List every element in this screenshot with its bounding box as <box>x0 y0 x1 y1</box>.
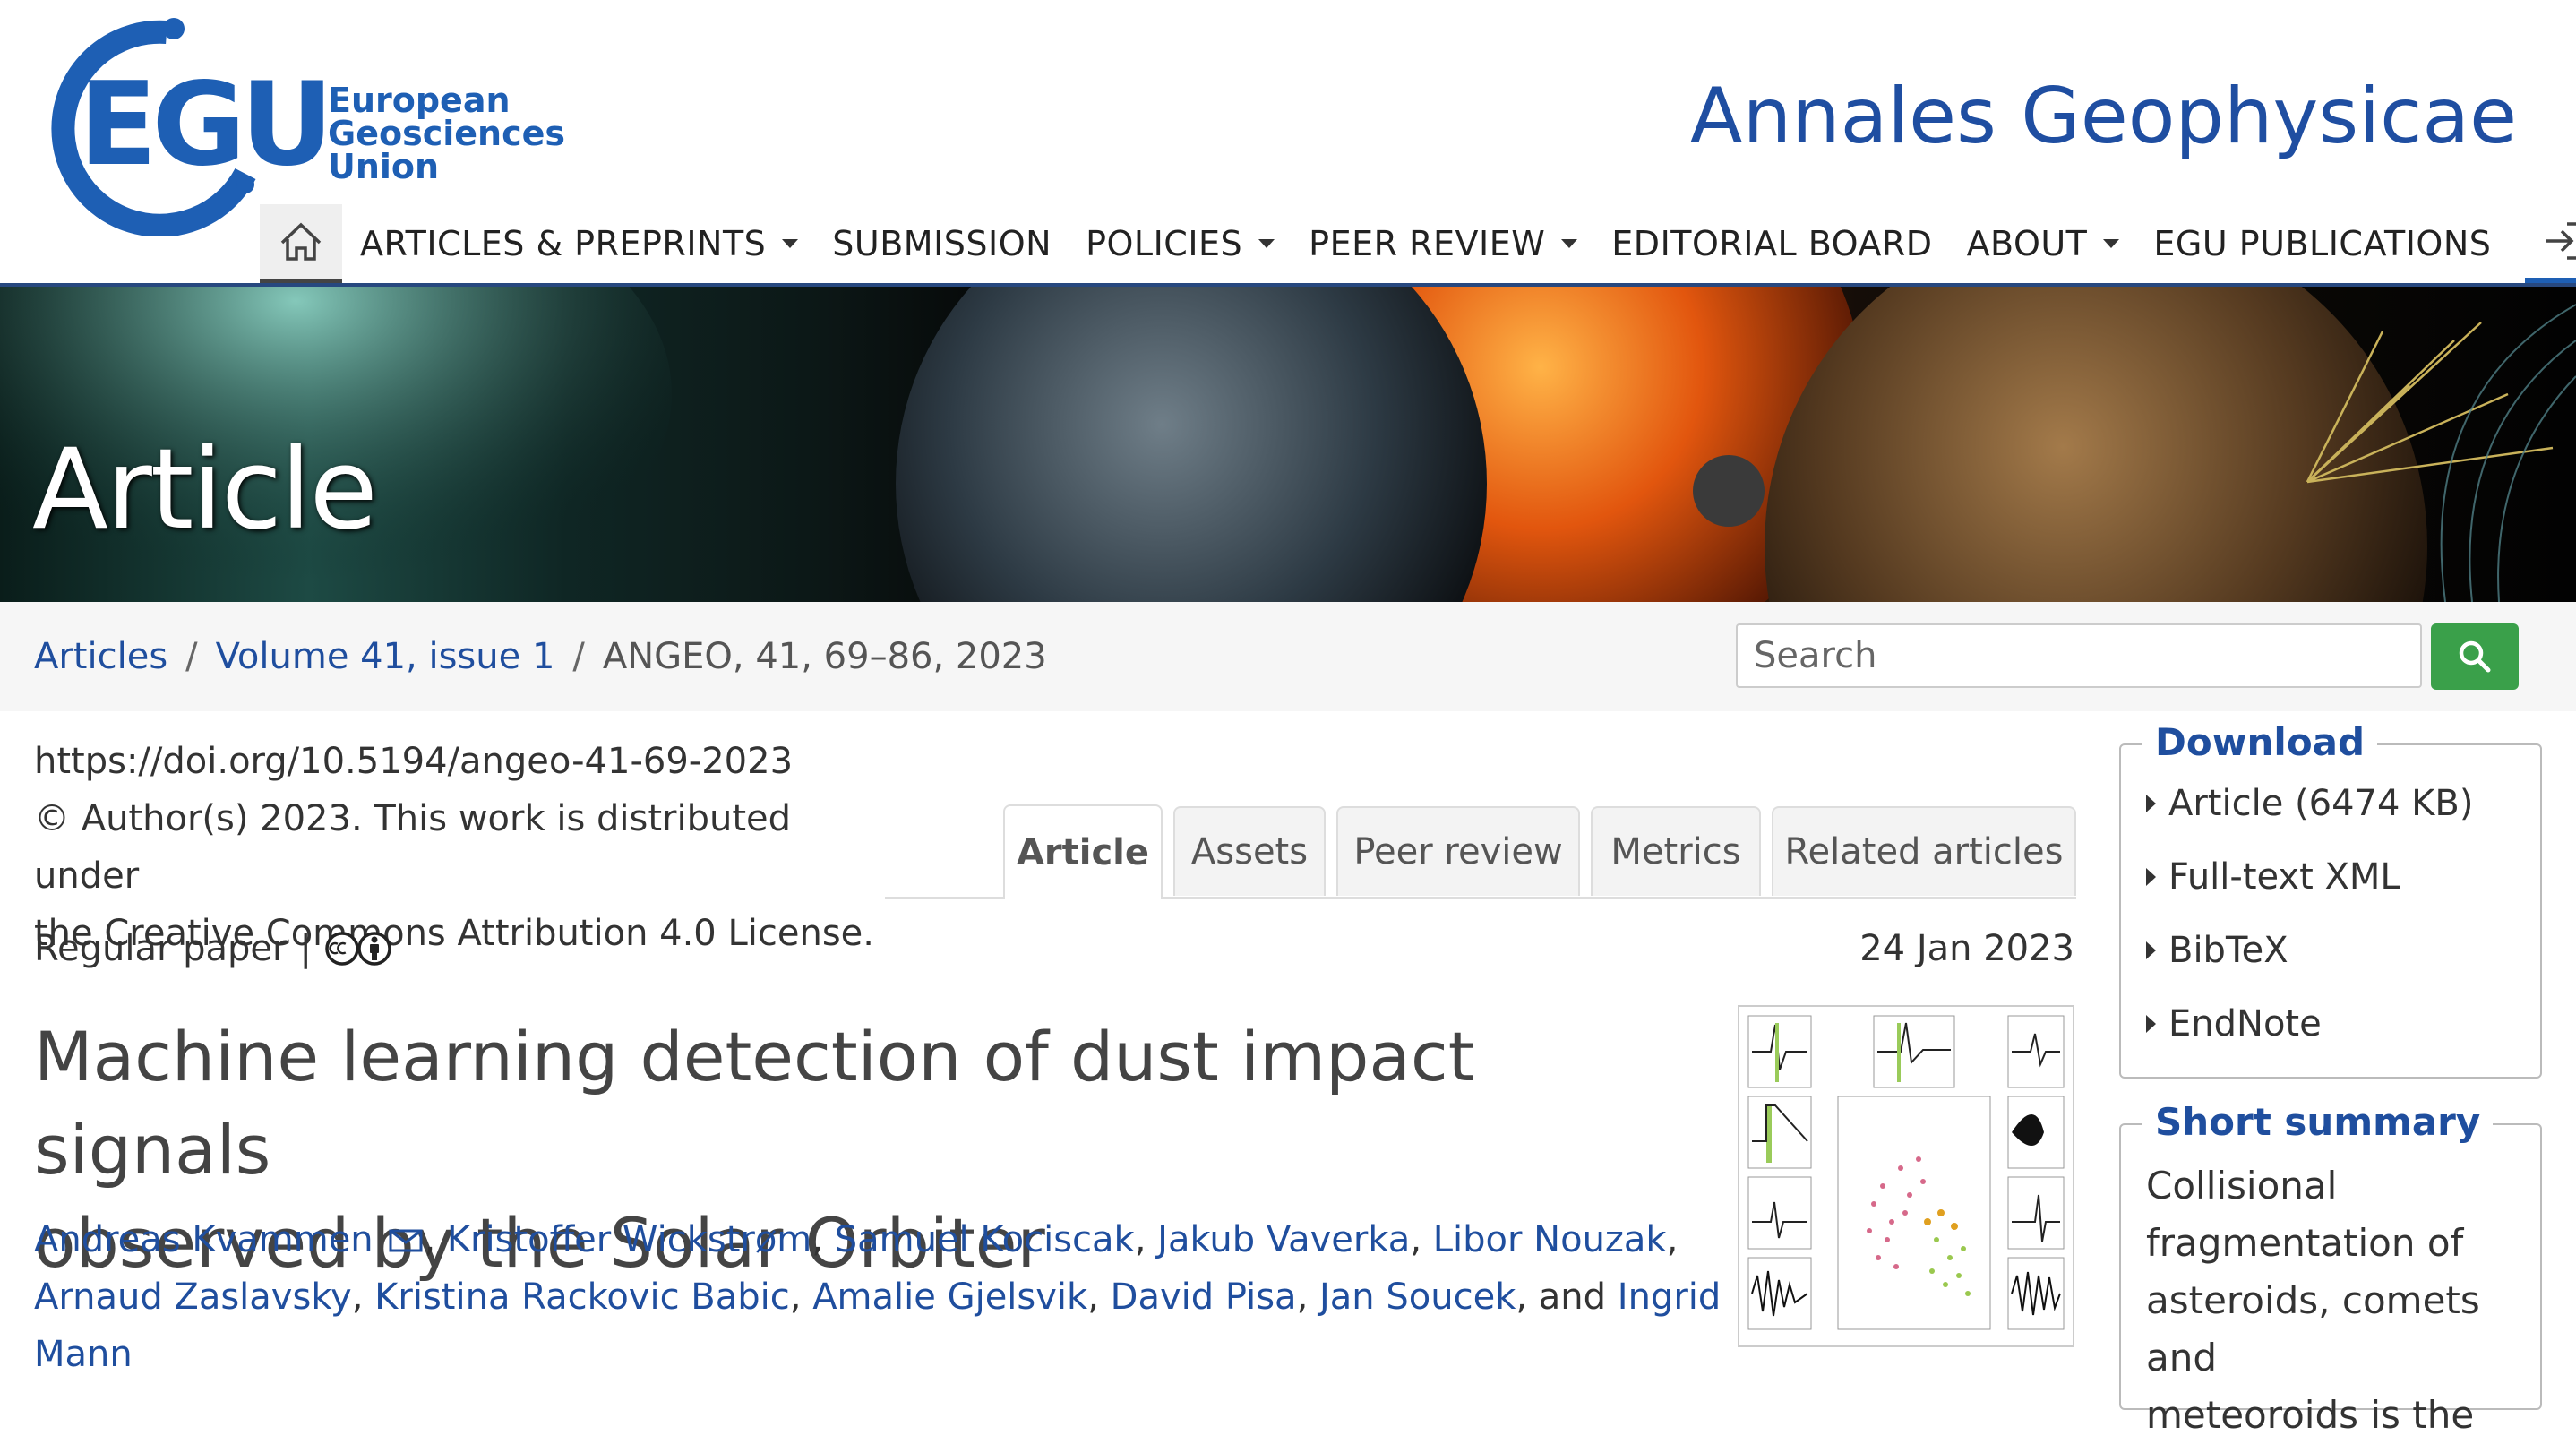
nav-policies[interactable]: POLICIES <box>1086 204 1275 283</box>
nav-label: EGU PUBLICATIONS <box>2153 224 2492 263</box>
summary-line: asteroids, comets and <box>2146 1278 2480 1380</box>
author-link[interactable]: Jakub Vaverka <box>1157 1219 1410 1260</box>
logo-main-text: EGU <box>79 58 333 192</box>
download-label: Article <box>2168 783 2284 824</box>
download-list: Article (6474 KB) Full-text XML BibTeX E… <box>2121 745 2540 1061</box>
tab-peer-review[interactable]: Peer review <box>1336 806 1580 896</box>
author-line: Arnaud Zaslavsky, Kristina Rackovic Babi… <box>34 1276 1722 1375</box>
chevron-down-icon <box>1561 239 1578 248</box>
download-article[interactable]: Article (6474 KB) <box>2146 767 2540 840</box>
caret-right-icon <box>2146 795 2156 812</box>
author-link[interactable]: Jan Soucek <box>1319 1276 1516 1318</box>
nav-label: ARTICLES & PREPRINTS <box>360 224 767 263</box>
nav-about[interactable]: ABOUT <box>1967 204 2120 283</box>
download-box: Download Article (6474 KB) Full-text XML… <box>2119 720 2542 1079</box>
title-line: Machine learning detection of dust impac… <box>34 1017 1475 1190</box>
tab-assets[interactable]: Assets <box>1173 806 1326 896</box>
author-link[interactable]: Kristina Rackovic Babic <box>374 1276 790 1318</box>
breadcrumb-separator: / <box>185 636 198 677</box>
tab-related-articles[interactable]: Related articles <box>1772 806 2076 896</box>
author-link[interactable]: David Pisa <box>1111 1276 1297 1318</box>
doi-link[interactable]: https://doi.org/10.5194/angeo-41-69-2023 <box>34 733 894 790</box>
nav-label: ABOUT <box>1966 224 2088 263</box>
egu-logo[interactable]: EGU European Geosciences Union <box>32 13 570 236</box>
nav-peer-review[interactable]: PEER REVIEW <box>1309 204 1578 283</box>
breadcrumb-bar: Articles / Volume 41, issue 1 / ANGEO, 4… <box>0 602 2576 711</box>
paper-type-separator: | <box>299 928 312 969</box>
authors-conjunction: and <box>1538 1276 1607 1318</box>
breadcrumb: Articles / Volume 41, issue 1 / ANGEO, 4… <box>34 602 1047 711</box>
breadcrumb-separator: / <box>572 636 585 677</box>
author-link[interactable]: Kristoffer Wickstrøm <box>447 1219 811 1260</box>
home-icon <box>280 222 322 261</box>
chevron-down-icon <box>2103 239 2120 248</box>
author-link[interactable]: Libor Nouzak <box>1433 1219 1667 1260</box>
author-link[interactable]: Amalie Gjelsvik <box>812 1276 1087 1318</box>
short-summary-heading: Short summary <box>2142 1100 2494 1144</box>
short-summary-text: Collisional fragmentation of asteroids, … <box>2121 1125 2540 1444</box>
download-label: BibTeX <box>2168 930 2288 971</box>
nav-articles-preprints[interactable]: ARTICLES & PREPRINTS <box>360 204 799 283</box>
banner-title: Article <box>32 425 378 554</box>
banner-artwork <box>0 287 2576 602</box>
tab-article[interactable]: Article <box>1003 804 1163 899</box>
publication-date: 24 Jan 2023 <box>1859 928 2074 969</box>
logo-subtitle: European Geosciences Union <box>328 81 565 186</box>
logo-sub-line: Union <box>328 147 440 186</box>
chevron-down-icon <box>782 239 799 248</box>
site-header: EGU European Geosciences Union Annales G… <box>0 0 2576 287</box>
nav-label: POLICIES <box>1086 224 1243 263</box>
paper-type-label: Regular paper <box>34 928 288 969</box>
paper-type: Regular paper | <box>34 928 396 969</box>
download-heading: Download <box>2142 720 2378 764</box>
author-list: Andreas Kvammen , Kristoffer Wickstrøm, … <box>34 1211 1736 1383</box>
graphical-abstract-thumbnail[interactable] <box>1738 1005 2074 1347</box>
page-banner: Article <box>0 287 2576 602</box>
author-line: Andreas Kvammen , Kristoffer Wickstrøm, … <box>34 1219 1679 1260</box>
chevron-down-icon <box>1258 239 1275 248</box>
nav-label: PEER REVIEW <box>1309 224 1546 263</box>
summary-line: meteoroids is the <box>2146 1393 2475 1437</box>
nav-home[interactable] <box>260 204 342 283</box>
article-tabs: Article Assets Peer review Metrics Relat… <box>885 804 2076 899</box>
download-label: Full-text XML <box>2168 856 2400 898</box>
short-summary-box: Short summary Collisional fragmentation … <box>2119 1100 2542 1437</box>
graphical-abstract-image <box>1739 1007 2073 1345</box>
logo-sub-line: Geosciences <box>328 114 565 153</box>
breadcrumb-current: ANGEO, 41, 69–86, 2023 <box>602 636 1047 677</box>
author-link[interactable]: Arnaud Zaslavsky <box>34 1276 352 1318</box>
breadcrumb-volume[interactable]: Volume 41, issue 1 <box>216 636 555 677</box>
journal-title[interactable]: Annales Geophysicae <box>1690 72 2517 161</box>
download-endnote[interactable]: EndNote <box>2146 987 2540 1061</box>
download-label: EndNote <box>2168 1003 2322 1044</box>
search-icon <box>2459 640 2491 673</box>
caret-right-icon <box>2146 941 2156 959</box>
nav-submission[interactable]: SUBMISSION <box>832 204 1052 283</box>
logo-sub-line: European <box>328 81 511 120</box>
download-size: (6474 KB) <box>2295 783 2474 824</box>
caret-right-icon <box>2146 1015 2156 1033</box>
nav-label: EDITORIAL BOARD <box>1611 224 1933 263</box>
license-line: © Author(s) 2023. This work is distribut… <box>34 798 792 897</box>
nav-label: SUBMISSION <box>832 224 1052 263</box>
nav-egu-publications[interactable]: EGU PUBLICATIONS <box>2153 204 2491 283</box>
nav-login[interactable] <box>2525 204 2576 283</box>
login-icon <box>2546 222 2576 260</box>
search-button[interactable] <box>2431 623 2519 690</box>
main-nav: ARTICLES & PREPRINTS SUBMISSION POLICIES… <box>260 204 2576 283</box>
caret-right-icon <box>2146 868 2156 886</box>
download-bibtex[interactable]: BibTeX <box>2146 914 2540 987</box>
tab-metrics[interactable]: Metrics <box>1591 806 1761 896</box>
email-icon[interactable] <box>388 1227 424 1254</box>
search-input[interactable] <box>1736 623 2422 688</box>
author-link[interactable]: Samuel Kociscak <box>835 1219 1135 1260</box>
nav-editorial-board[interactable]: EDITORIAL BOARD <box>1611 204 1932 283</box>
summary-line: fragmentation of <box>2146 1221 2464 1265</box>
breadcrumb-articles[interactable]: Articles <box>34 636 167 677</box>
cc-by-license-icon[interactable] <box>324 929 396 968</box>
author-link[interactable]: Andreas Kvammen <box>34 1219 374 1260</box>
download-full-text-xml[interactable]: Full-text XML <box>2146 840 2540 914</box>
summary-line: Collisional <box>2146 1164 2338 1208</box>
